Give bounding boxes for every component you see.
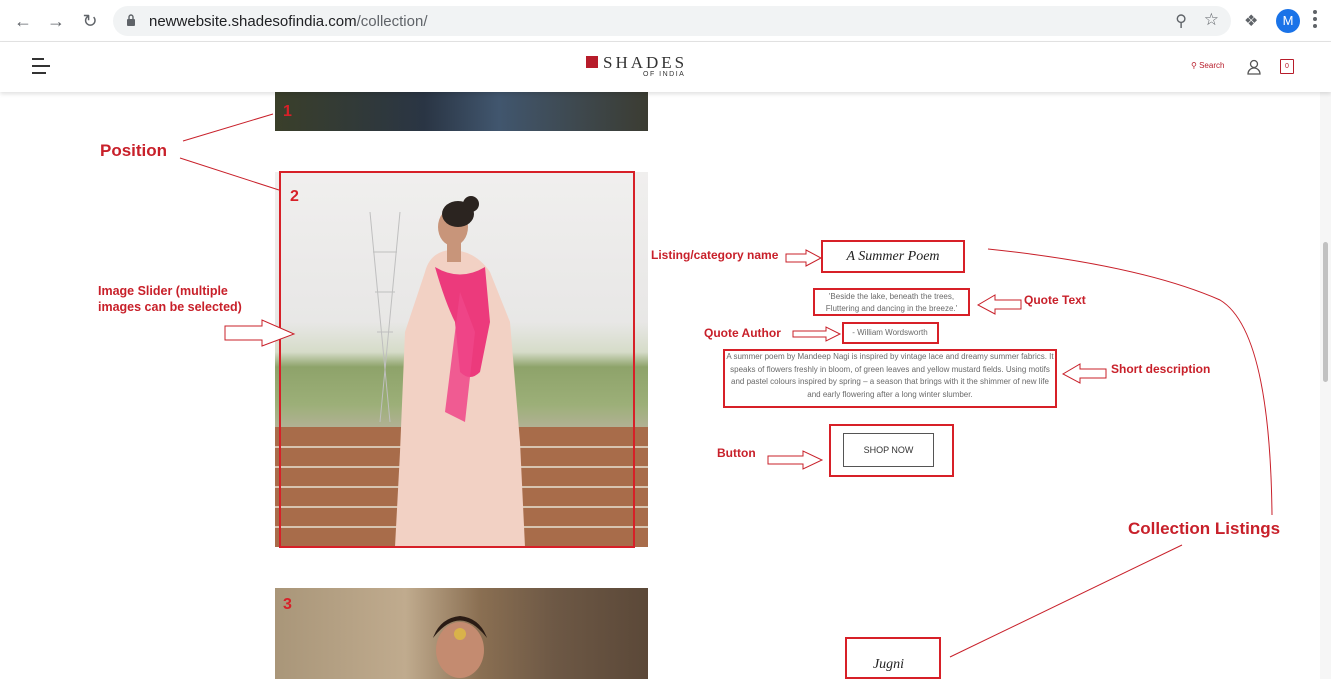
search-icon: ⚲ (1191, 61, 1197, 70)
annotation-quote-author: Quote Author (704, 326, 781, 340)
annotation-listing-name: Listing/category name (651, 248, 779, 262)
image-slider-highlight (279, 171, 635, 548)
annotation-overlay (179, 113, 1273, 658)
menu-icon[interactable] (1313, 10, 1317, 30)
quote-author-highlight (842, 322, 939, 344)
annotation-image-slider: Image Slider (multiple images can be sel… (98, 284, 242, 314)
lock-icon (127, 14, 135, 26)
zoom-icon[interactable]: ⚲ (1175, 11, 1187, 31)
button-highlight (829, 424, 954, 477)
url-path: /collection/ (356, 13, 428, 30)
quote-text-highlight (813, 288, 970, 316)
site-logo[interactable]: SHADES OF INDIA (586, 53, 696, 83)
browser-toolbar: ← → ↻ newwebsite.shadesofindia.com/colle… (0, 0, 1331, 42)
url-host: newwebsite.shadesofindia.com (149, 13, 357, 30)
hamburger-menu-icon[interactable] (32, 58, 50, 76)
logo-sub-text: OF INDIA (643, 71, 686, 78)
star-icon[interactable]: ☆ (1204, 10, 1219, 30)
description-highlight (723, 349, 1057, 408)
annotation-button: Button (717, 446, 756, 460)
address-bar[interactable]: newwebsite.shadesofindia.com/collection/… (113, 6, 1231, 36)
back-icon[interactable]: ← (12, 10, 34, 32)
position-number-1: 1 (283, 103, 292, 120)
cart-icon[interactable]: 0 (1280, 59, 1294, 74)
site-header: SHADES OF INDIA ⚲ Search 0 (0, 42, 1331, 92)
url-text: newwebsite.shadesofindia.com/collection/ (149, 13, 428, 30)
annotation-quote-text: Quote Text (1024, 293, 1086, 307)
reload-icon[interactable]: ↻ (79, 10, 101, 32)
listing-name-highlight (821, 240, 965, 273)
logo-mark (586, 56, 598, 68)
collection-image-1[interactable] (275, 92, 648, 131)
scrollbar[interactable] (1320, 92, 1331, 679)
position-number-3: 3 (283, 596, 292, 613)
annotation-collection-listings: Collection Listings (1128, 519, 1281, 538)
forward-icon[interactable]: → (45, 10, 67, 32)
search-link[interactable]: ⚲ Search (1191, 61, 1224, 70)
scroll-thumb[interactable] (1323, 242, 1328, 382)
collection-image-3[interactable] (275, 588, 648, 679)
extensions-icon[interactable]: ❖ (1244, 11, 1258, 31)
user-icon[interactable] (1247, 59, 1261, 75)
annotation-position: Position (100, 141, 168, 160)
annotation-short-description: Short description (1111, 362, 1211, 376)
search-label: Search (1199, 61, 1225, 70)
profile-avatar[interactable]: M (1276, 9, 1300, 33)
logo-main-text: SHADES (603, 53, 688, 72)
model-photo-3 (433, 616, 487, 678)
next-listing-highlight (845, 637, 941, 679)
